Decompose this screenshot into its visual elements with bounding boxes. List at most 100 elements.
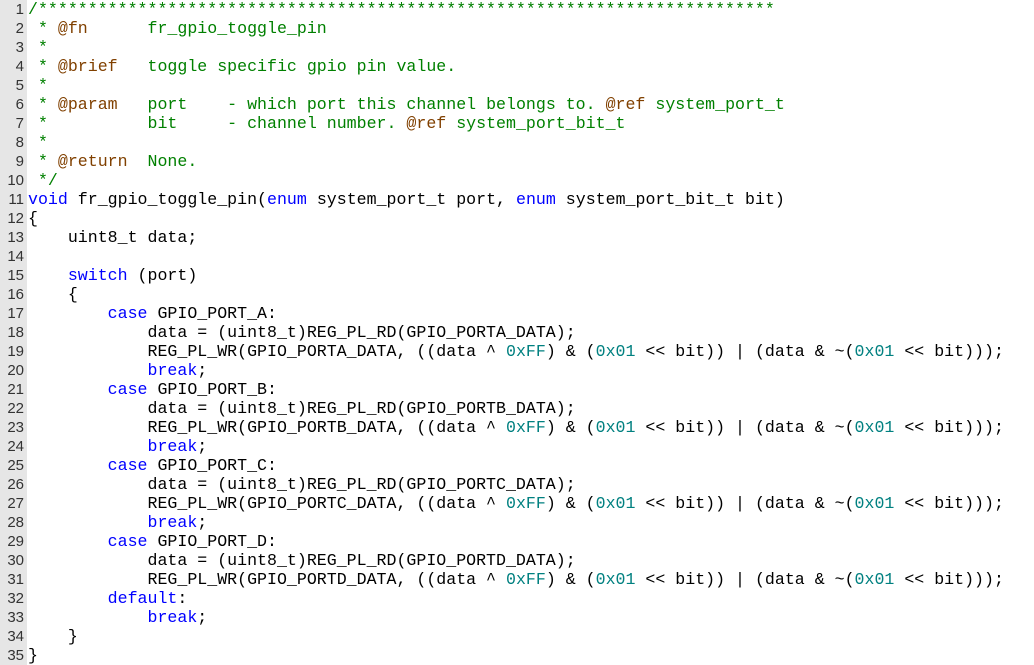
line-code: } xyxy=(28,627,78,646)
line-number: 26 xyxy=(7,476,24,493)
number-token: 0xFF xyxy=(505,494,546,513)
comment-token: */ xyxy=(28,171,58,190)
plain-token: GPIO_PORT_C: xyxy=(147,456,277,475)
number-token: 0xFF xyxy=(505,418,546,437)
plain-token: system_port_t port, xyxy=(306,190,516,209)
line-number: 3 xyxy=(15,39,24,56)
line-number: 12 xyxy=(7,210,24,227)
plain-token: ) & ( xyxy=(545,418,596,437)
line-number: 2 xyxy=(15,20,24,37)
comment-token: * xyxy=(28,95,58,114)
plain-token: ; xyxy=(197,513,208,532)
line-number: 14 xyxy=(7,248,24,265)
plain-token: data = (uint8_t)REG_PL_RD(GPIO_PORTB_DAT… xyxy=(28,399,576,418)
comment-token: * xyxy=(28,57,58,76)
line-number: 35 xyxy=(7,647,24,664)
plain-token: GPIO_PORT_A: xyxy=(147,304,277,323)
plain-token: { xyxy=(28,285,78,304)
line-number: 16 xyxy=(7,286,24,303)
number-token: 0x01 xyxy=(854,418,895,437)
number-token: 0x01 xyxy=(854,494,895,513)
line-number: 23 xyxy=(7,419,24,436)
line-number: 28 xyxy=(7,514,24,531)
comment-token: * xyxy=(28,152,58,171)
tag-token: @ref xyxy=(406,114,447,133)
line-number: 18 xyxy=(7,324,24,341)
comment-token: * xyxy=(28,19,58,38)
line-code: * xyxy=(28,133,48,152)
line-number: 32 xyxy=(7,590,24,607)
plain-token: << bit))); xyxy=(894,418,1004,437)
comment-token: * bit - channel number. xyxy=(28,114,407,133)
code-editor[interactable]: 1/**************************************… xyxy=(0,0,1034,665)
line-code: REG_PL_WR(GPIO_PORTC_DATA, ((data ^ 0xFF… xyxy=(28,494,1004,513)
line-code: REG_PL_WR(GPIO_PORTA_DATA, ((data ^ 0xFF… xyxy=(28,342,1003,361)
keyword-token: default xyxy=(107,589,178,608)
plain-token: ; xyxy=(197,437,208,456)
comment-token: toggle specific gpio pin value. xyxy=(117,57,457,76)
plain-token: ) & ( xyxy=(545,342,596,361)
line-code: break; xyxy=(28,513,208,532)
plain-token: REG_PL_WR(GPIO_PORTC_DATA, ((data ^ xyxy=(28,494,506,513)
line-number: 9 xyxy=(15,153,24,170)
line-number: 8 xyxy=(15,134,24,151)
line-number: 15 xyxy=(7,267,24,284)
plain-token: << bit)) | (data & ~( xyxy=(635,494,855,513)
tag-token: @fn xyxy=(57,19,88,38)
line-number: 25 xyxy=(7,457,24,474)
line-code: uint8_t data; xyxy=(28,228,197,247)
plain-token: << bit))); xyxy=(894,494,1004,513)
plain-token: ) & ( xyxy=(545,570,596,589)
keyword-token: enum xyxy=(267,190,307,209)
comment-token: None. xyxy=(127,152,198,171)
keyword-token: switch xyxy=(67,266,128,285)
plain-token: ; xyxy=(197,361,208,380)
line-code: break; xyxy=(28,361,208,380)
line-code: /***************************************… xyxy=(28,0,775,19)
line-code: } xyxy=(28,646,38,665)
plain-token: } xyxy=(28,627,78,646)
number-token: 0x01 xyxy=(854,570,895,589)
line-number: 33 xyxy=(7,609,24,626)
plain-token: system_port_bit_t bit) xyxy=(555,190,785,209)
line-number: 20 xyxy=(7,362,24,379)
comment-token: * xyxy=(28,133,48,152)
keyword-token: break xyxy=(147,437,198,456)
line-code: case GPIO_PORT_B: xyxy=(28,380,277,399)
line-code: * @param port - which port this channel … xyxy=(28,95,785,114)
comment-token: system_port_bit_t xyxy=(446,114,626,133)
line-number: 24 xyxy=(7,438,24,455)
line-code: * bit - channel number. @ref system_port… xyxy=(28,114,626,133)
comment-token: system_port_t xyxy=(645,95,785,114)
line-number: 21 xyxy=(7,381,24,398)
plain-token: REG_PL_WR(GPIO_PORTA_DATA, ((data ^ xyxy=(28,342,506,361)
plain-token: << bit)) | (data & ~( xyxy=(635,570,855,589)
plain-token: GPIO_PORT_D: xyxy=(147,532,277,551)
line-number: 19 xyxy=(7,343,24,360)
number-token: 0xFF xyxy=(505,342,546,361)
line-code: data = (uint8_t)REG_PL_RD(GPIO_PORTB_DAT… xyxy=(28,399,576,418)
line-number: 6 xyxy=(15,96,24,113)
tag-token: @ref xyxy=(605,95,646,114)
comment-token: port - which port this channel belongs t… xyxy=(117,95,606,114)
line-number: 1 xyxy=(15,1,24,18)
line-number: 11 xyxy=(8,191,24,208)
plain-token: data = (uint8_t)REG_PL_RD(GPIO_PORTD_DAT… xyxy=(28,551,576,570)
line-code: */ xyxy=(28,171,58,190)
line-code: data = (uint8_t)REG_PL_RD(GPIO_PORTD_DAT… xyxy=(28,551,576,570)
plain-token: ) & ( xyxy=(545,494,596,513)
line-number: 22 xyxy=(7,400,24,417)
comment-token: * xyxy=(28,38,48,57)
number-token: 0xFF xyxy=(505,570,546,589)
line-code: * @return None. xyxy=(28,152,197,171)
plain-token: << bit))); xyxy=(894,570,1004,589)
comment-token: fr_gpio_toggle_pin xyxy=(87,19,327,38)
line-number: 7 xyxy=(15,115,24,132)
plain-token: : xyxy=(177,589,188,608)
line-number: 34 xyxy=(7,628,24,645)
line-code: switch (port) xyxy=(28,266,197,285)
brace-token: } xyxy=(28,646,38,665)
plain-token: << bit)) | (data & ~( xyxy=(635,342,855,361)
